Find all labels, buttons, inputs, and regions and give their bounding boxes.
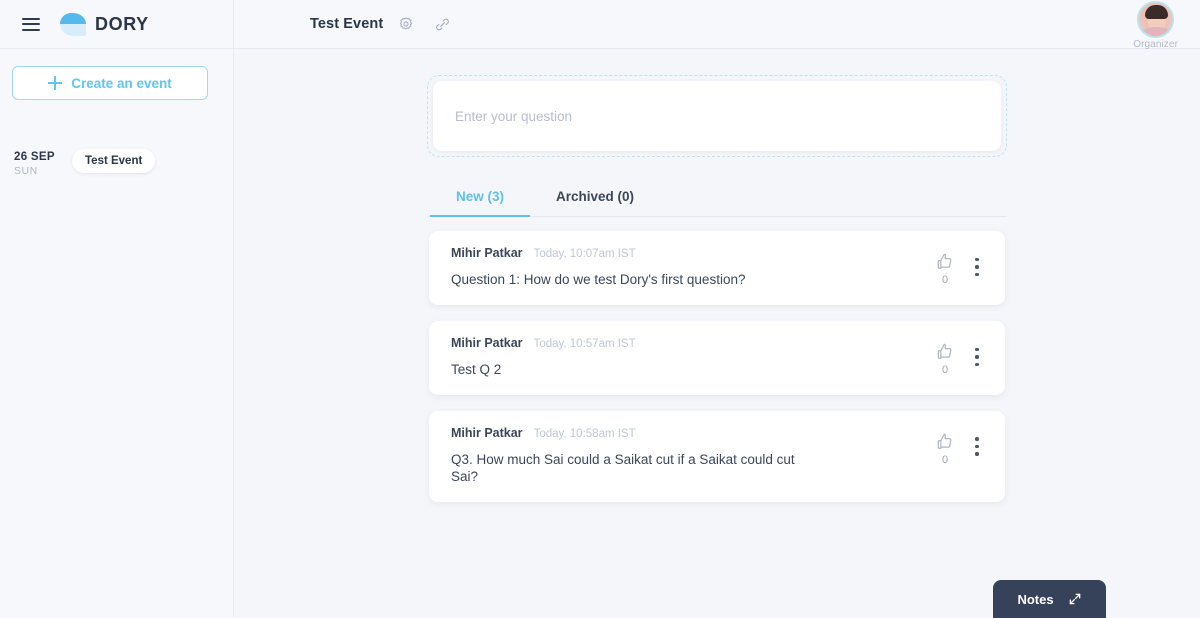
- table-row[interactable]: Mihir Patkar Today, 10:07am IST Question…: [429, 231, 1005, 305]
- question-actions: 0: [935, 426, 985, 466]
- link-icon[interactable]: [429, 11, 455, 37]
- like-count: 0: [941, 363, 949, 376]
- question-text: Q3. How much Sai could a Saikat cut if a…: [451, 451, 795, 485]
- question-author: Mihir Patkar: [451, 246, 523, 260]
- app-root: DORY Test Event Organizer Create an even…: [0, 0, 1200, 618]
- question-body: Mihir Patkar Today, 10:07am IST Question…: [451, 246, 935, 289]
- plus-icon: [48, 76, 63, 90]
- sidebar: Create an event 26 SEP SUN Test Event: [0, 49, 234, 618]
- gear-icon[interactable]: [393, 11, 419, 37]
- dory-fish-logo-icon: [60, 12, 86, 36]
- create-event-button[interactable]: Create an event: [12, 66, 208, 100]
- question-body: Mihir Patkar Today, 10:58am IST Q3. How …: [451, 426, 935, 487]
- tab-archived[interactable]: Archived (0): [530, 179, 660, 217]
- like-button[interactable]: 0: [935, 252, 955, 286]
- question-body: Mihir Patkar Today, 10:57am IST Test Q 2: [451, 336, 935, 379]
- body: Create an event 26 SEP SUN Test Event Ne…: [0, 49, 1200, 618]
- question-meta: Mihir Patkar Today, 10:58am IST: [451, 426, 935, 440]
- top-bar: DORY Test Event Organizer: [0, 0, 1200, 50]
- top-bar-main: Test Event Organizer: [234, 0, 1200, 50]
- question-actions: 0: [935, 246, 985, 286]
- page-title: Test Event: [310, 16, 384, 32]
- question-timestamp: Today, 10:58am IST: [533, 427, 636, 440]
- question-timestamp: Today, 10:57am IST: [533, 337, 636, 350]
- kebab-menu-icon[interactable]: [969, 254, 985, 280]
- top-bar-brand-area: DORY: [0, 0, 234, 48]
- table-row[interactable]: Mihir Patkar Today, 10:58am IST Q3. How …: [429, 410, 1005, 503]
- profile-menu[interactable]: Organizer: [1133, 1, 1178, 50]
- expand-diagonal-icon[interactable]: [1068, 592, 1082, 606]
- brand-name: DORY: [95, 13, 149, 34]
- question-meta: Mihir Patkar Today, 10:57am IST: [451, 336, 935, 350]
- create-event-label: Create an event: [71, 75, 172, 91]
- avatar[interactable]: [1137, 1, 1175, 38]
- hamburger-menu-icon[interactable]: [22, 17, 40, 31]
- question-author: Mihir Patkar: [451, 335, 523, 350]
- day-date: 26 SEP: [14, 151, 55, 163]
- question-tabs: New (3) Archived (0): [427, 179, 1007, 217]
- question-meta: Mihir Patkar Today, 10:07am IST: [451, 246, 935, 260]
- kebab-menu-icon[interactable]: [969, 434, 985, 460]
- question-text: Test Q 2: [451, 361, 502, 377]
- main-content: New (3) Archived (0) Mihir Patkar Today,…: [234, 49, 1200, 618]
- table-row[interactable]: Mihir Patkar Today, 10:57am IST Test Q 2: [429, 320, 1005, 395]
- question-actions: 0: [935, 336, 985, 376]
- ask-question-wrapper: [427, 75, 1007, 157]
- question-text: Question 1: How do we test Dory's first …: [451, 272, 746, 287]
- notes-panel-toggle[interactable]: Notes: [993, 580, 1106, 618]
- brand-logo[interactable]: DORY: [60, 12, 149, 36]
- question-author: Mihir Patkar: [451, 425, 523, 440]
- like-button[interactable]: 0: [935, 342, 955, 376]
- question-timestamp: Today, 10:07am IST: [533, 248, 636, 260]
- kebab-menu-icon[interactable]: [969, 344, 985, 370]
- day-weekday: SUN: [14, 165, 38, 177]
- tab-new[interactable]: New (3): [430, 179, 531, 217]
- like-button[interactable]: 0: [935, 432, 955, 466]
- sidebar-day-group: 26 SEP SUN Test Event: [12, 149, 221, 177]
- like-count: 0: [941, 453, 949, 466]
- sidebar-item-event[interactable]: Test Event: [72, 149, 156, 173]
- notes-label: Notes: [1017, 591, 1054, 607]
- day-block: 26 SEP SUN: [14, 151, 66, 177]
- like-count: 0: [941, 274, 949, 286]
- question-list: Mihir Patkar Today, 10:07am IST Question…: [427, 231, 1007, 503]
- question-input[interactable]: [433, 81, 1001, 151]
